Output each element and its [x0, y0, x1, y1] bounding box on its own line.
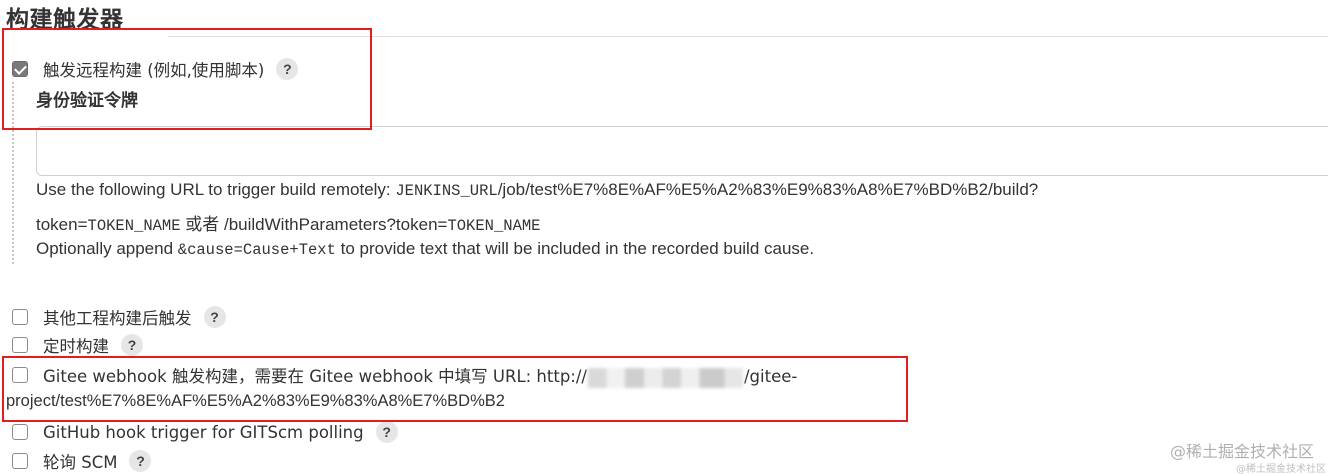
trigger-upstream-row: 其他工程构建后触发 ? [12, 305, 226, 329]
trigger-upstream-checkbox[interactable] [12, 309, 28, 325]
watermark-small: @稀土掘金技术社区 [1236, 464, 1326, 474]
help-icon[interactable]: ? [375, 421, 398, 443]
watermark: @稀土掘金技术社区 [1169, 442, 1314, 461]
trigger-remote-row: 触发远程构建 (例如,使用脚本) ? [12, 57, 299, 81]
trigger-cron-checkbox[interactable] [12, 337, 28, 353]
gitee-url-prefix: Gitee webhook 触发构建，需要在 Gitee webhook 中填写… [43, 367, 587, 386]
trigger-remote-checkbox[interactable] [12, 61, 28, 77]
help-text-segment: /job/test%E7%8E%AF%E5%A2%83%E9%83%A8%E7%… [497, 180, 1039, 199]
help-code-segment: TOKEN_NAME [447, 217, 541, 235]
auth-token-label: 身份验证令牌 [36, 91, 138, 111]
nested-guide-line [12, 82, 14, 264]
help-text-segment: Use the following URL to trigger build r… [36, 180, 396, 199]
help-icon[interactable]: ? [203, 306, 226, 328]
remote-help-line-3: Optionally append &cause=Cause+Text to p… [36, 239, 814, 259]
trigger-github-label: GitHub hook trigger for GITScm polling [43, 422, 364, 442]
trigger-github-row: GitHub hook trigger for GITScm polling ? [12, 421, 398, 443]
auth-token-input[interactable] [36, 126, 1328, 176]
section-title: 构建触发器 [6, 7, 124, 33]
help-text-segment: Optionally append [36, 239, 178, 258]
help-text-segment: 或者 /buildWithParameters?token= [180, 215, 448, 234]
remote-help-line-1: Use the following URL to trigger build r… [36, 180, 1038, 200]
help-code-segment: &cause=Cause+Text [177, 241, 336, 259]
trigger-github-checkbox[interactable] [12, 424, 28, 440]
help-icon[interactable]: ? [121, 334, 143, 356]
trigger-cron-label: 定时构建 [43, 337, 109, 356]
trigger-gitee-row: Gitee webhook 触发构建，需要在 Gitee webhook 中填写… [12, 363, 797, 388]
trigger-cron-row: 定时构建 ? [12, 333, 143, 357]
help-icon[interactable]: ? [276, 58, 299, 80]
trigger-poll-label: 轮询 SCM [43, 453, 118, 472]
help-icon[interactable]: ? [129, 450, 152, 472]
trigger-gitee-checkbox[interactable] [12, 367, 28, 384]
trigger-poll-checkbox[interactable] [12, 453, 28, 469]
help-code-segment: TOKEN_NAME [87, 217, 181, 235]
help-text-segment: token= [36, 215, 88, 234]
trigger-upstream-label: 其他工程构建后触发 [43, 309, 192, 328]
trigger-remote-label: 触发远程构建 (例如,使用脚本) [43, 61, 265, 80]
gitee-url-line-2: project/test%E7%8E%AF%E5%A2%83%E9%83%A8%… [6, 392, 505, 410]
trigger-poll-row: 轮询 SCM ? [12, 449, 152, 473]
remote-help-line-2: token=TOKEN_NAME 或者 /buildWithParameters… [36, 210, 540, 235]
help-code-segment: JENKINS_URL [395, 182, 498, 200]
gitee-url-suffix: /gitee- [743, 367, 798, 386]
section-divider [168, 36, 1328, 37]
redacted-host-blur [587, 367, 743, 388]
help-text-segment: to provide text that will be included in… [335, 239, 815, 258]
trigger-gitee-label: Gitee webhook 触发构建，需要在 Gitee webhook 中填写… [43, 363, 797, 388]
